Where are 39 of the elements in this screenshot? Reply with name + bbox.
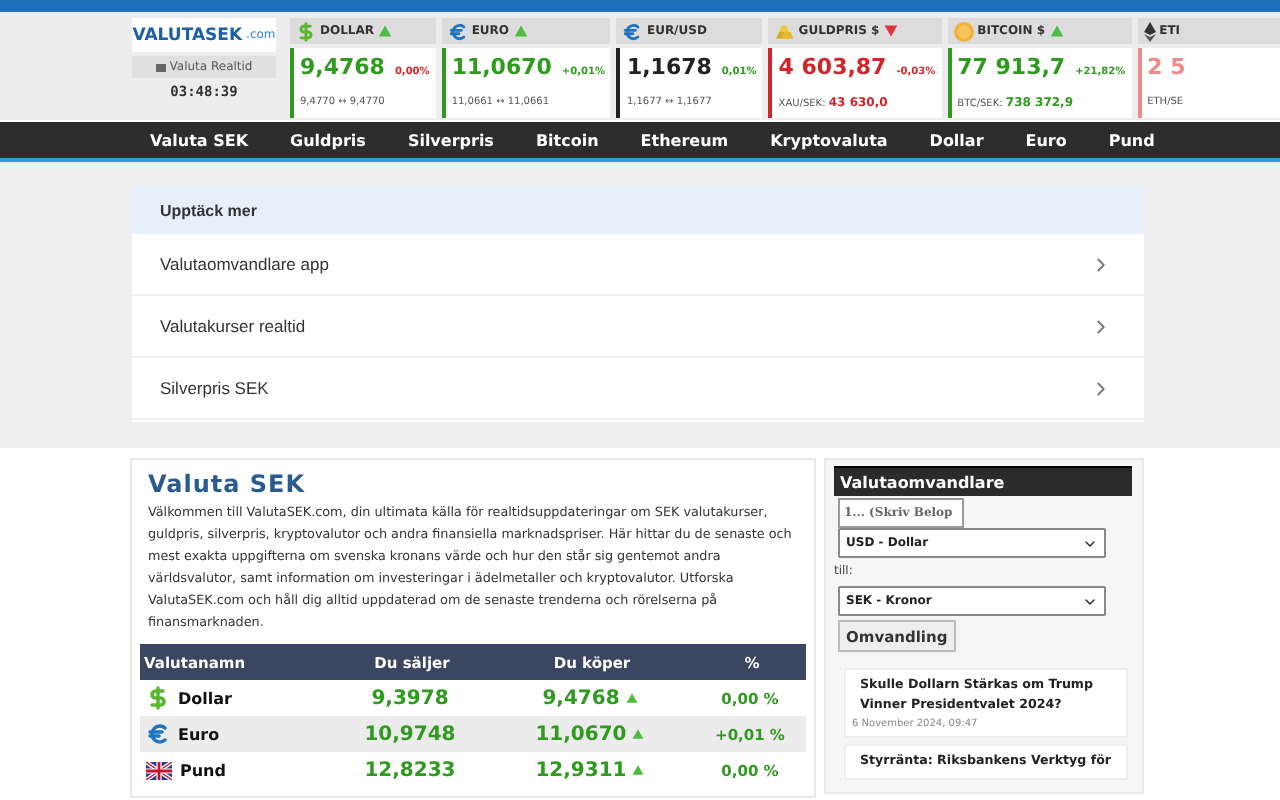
- currency-name: Euro: [178, 725, 220, 743]
- article-title: Valuta SEK: [148, 470, 308, 498]
- nav-link[interactable]: Ethereum: [640, 131, 729, 149]
- nav-link[interactable]: Silverpris: [407, 131, 494, 149]
- nav-link[interactable]: Dollar: [929, 131, 984, 149]
- nav-link[interactable]: Bitcoin: [535, 131, 599, 149]
- flag-icon: [146, 761, 172, 779]
- nav-link[interactable]: Guldpris: [290, 131, 366, 149]
- discover-link[interactable]: Valutaomvandlare app: [132, 234, 1144, 296]
- ticker-price: 11,0670: [451, 54, 552, 80]
- discover-link[interactable]: Silverpris SEK: [132, 358, 1144, 420]
- buy-rate: 12,9311: [535, 759, 627, 781]
- ticker-price: 77 913,7: [957, 54, 1066, 80]
- currency-name: Dollar: [178, 689, 232, 707]
- euro-icon: [447, 21, 468, 41]
- discover-link[interactable]: Valutakurser realtid: [132, 296, 1144, 358]
- currency-name: Pund: [180, 761, 226, 779]
- nav-link[interactable]: Kryptovaluta: [770, 131, 888, 149]
- nav-link[interactable]: Valuta SEK: [150, 131, 249, 149]
- nav-link[interactable]: Pund: [1108, 131, 1155, 149]
- ingot-icon: [774, 23, 795, 39]
- dollar-icon: [146, 686, 170, 710]
- ticker-price: 1,1678: [626, 54, 712, 80]
- buy-rate: 11,0670: [535, 723, 627, 745]
- ticker-price: 9,4768: [300, 54, 385, 80]
- converter-title: Valutaomvandlare: [834, 466, 1132, 496]
- discover-title: Upptäck mer: [132, 186, 1144, 234]
- sell-rate: 10,9748: [362, 723, 458, 745]
- nav-link[interactable]: Euro: [1025, 131, 1067, 149]
- sell-rate: 9,3978: [369, 687, 451, 709]
- ticker-price: 4 603,87: [778, 54, 887, 80]
- coin-icon: [953, 21, 974, 41]
- ticker-price: 2 5: [1147, 54, 1186, 80]
- buy-rate: 9,4768: [542, 687, 620, 709]
- diamond-icon: [1143, 21, 1156, 41]
- euro-icon: [146, 722, 170, 746]
- dollar-icon: [296, 21, 316, 41]
- sell-rate: 12,8233: [362, 759, 458, 781]
- euro-icon: [622, 21, 643, 41]
